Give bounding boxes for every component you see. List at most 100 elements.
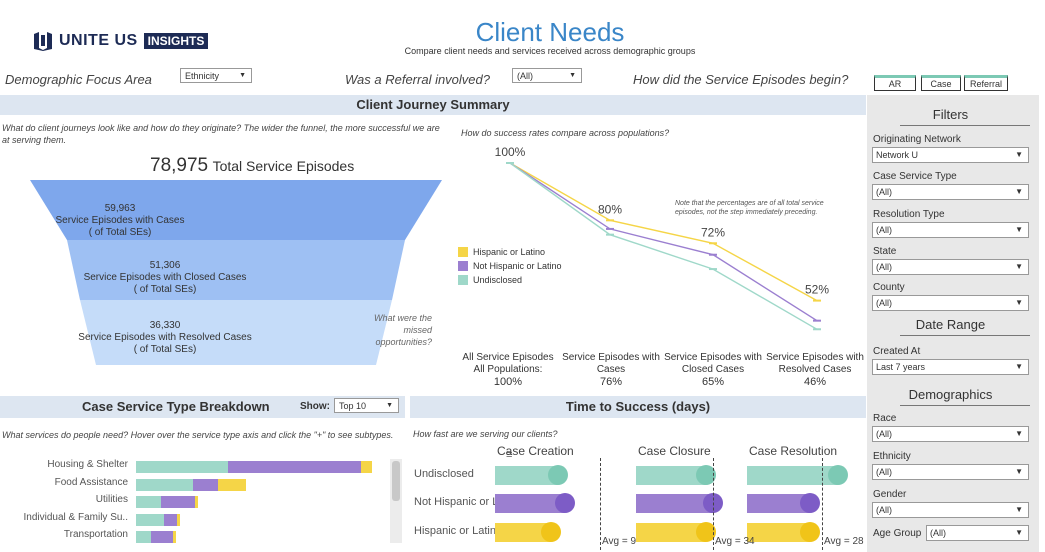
divider [900, 335, 1030, 336]
chevron-down-icon: ▼ [239, 72, 246, 79]
case-service-type-label: Case Service Type [873, 171, 957, 182]
journey-intro: What do client journeys look like and ho… [2, 123, 440, 145]
begin-button-referral[interactable]: Referral [964, 75, 1008, 91]
series-line [509, 162, 818, 322]
average-line [822, 458, 823, 550]
age-group-label: Age Group [873, 528, 922, 539]
average-line [600, 458, 601, 550]
time-to-success-band: Time to Success (days) [410, 396, 866, 418]
total-value: 78,975 [150, 155, 209, 176]
service-type-label[interactable]: Utilities [0, 494, 128, 505]
service-type-bar-segment[interactable] [218, 478, 246, 491]
service-type-label[interactable]: Transportation [0, 529, 128, 540]
breakdown-question: What services do people need? Hover over… [2, 430, 394, 440]
chevron-down-icon: ▼ [1015, 225, 1023, 234]
data-label: 100% [495, 145, 526, 159]
chevron-down-icon: ▼ [386, 402, 393, 409]
time-column-header: Case Closure [638, 444, 711, 458]
service-type-bar-segment[interactable] [136, 461, 228, 473]
data-label: 72% [701, 225, 725, 239]
average-label: Avg = 9 [602, 536, 637, 547]
chevron-down-icon: ▼ [1015, 429, 1023, 438]
service-type-bar-segment[interactable] [161, 496, 195, 508]
focus-area-dropdown[interactable]: Ethnicity ▼ [180, 68, 252, 83]
axis-category: Service Episodes with Resolved Cases 46% [766, 352, 864, 388]
case-service-type-dropdown[interactable]: (All) ▼ [872, 184, 1029, 200]
gender-dropdown[interactable]: (All) ▼ [872, 502, 1029, 518]
overall-row-label: All Populations: [473, 364, 543, 375]
brand-name: UNITE US [59, 32, 138, 49]
chevron-down-icon: ▼ [1015, 187, 1023, 196]
service-type-bar-segment[interactable] [173, 531, 176, 543]
filters-title: Filters [932, 107, 969, 122]
date-range-title: Date Range [915, 317, 986, 332]
axis-category: Service Episodes with Closed Cases 65% [664, 352, 762, 388]
breakdown-chart: Housing & Shelter Food Assistance Utilitie… [0, 457, 405, 547]
originating-network-dropdown[interactable]: Network U ▼ [872, 147, 1029, 163]
page-subtitle: Compare client needs and services receiv… [404, 46, 696, 56]
axis-category: All Service Episodes All Populations: 100% [456, 352, 560, 388]
race-dropdown[interactable]: (All) ▼ [872, 426, 1029, 442]
time-dot [555, 493, 575, 513]
begin-button-ar[interactable]: AR [874, 75, 916, 91]
service-type-label[interactable]: Individual & Family Su.. [0, 512, 129, 523]
ethnicity-dropdown[interactable]: (All) ▼ [872, 464, 1029, 480]
page-title: Client Needs [475, 17, 625, 47]
time-dot [548, 465, 568, 485]
service-type-bar-segment[interactable] [136, 478, 193, 491]
service-type-label[interactable]: Housing & Shelter [0, 459, 128, 470]
scrollbar-thumb[interactable] [392, 461, 400, 501]
county-dropdown[interactable]: (All) ▼ [872, 295, 1029, 311]
ethnicity-label: Ethnicity [873, 451, 911, 462]
divider [900, 125, 1030, 126]
total-service-episodes: 78,975 Total Service Episodes [150, 155, 354, 177]
show-top-dropdown[interactable]: Top 10 ▼ [334, 398, 399, 413]
time-bar[interactable] [636, 494, 713, 513]
chevron-down-icon: ▼ [1015, 467, 1023, 476]
chevron-down-icon: ▼ [1015, 362, 1023, 371]
success-rate-chart: 100% 80% 72% 52% [495, 145, 829, 331]
service-type-bar-segment[interactable] [195, 496, 198, 508]
state-label: State [873, 246, 897, 257]
divider [900, 405, 1030, 406]
demographics-title: Demographics [908, 387, 993, 402]
chevron-down-icon: ▼ [1015, 505, 1023, 514]
begin-button-case[interactable]: Case [921, 75, 961, 91]
service-type-bar-segment[interactable] [228, 461, 361, 473]
service-type-bar-segment[interactable] [193, 478, 218, 491]
time-bar[interactable] [747, 466, 838, 485]
service-type-bar-segment[interactable] [151, 531, 173, 543]
age-group-dropdown[interactable]: (All) ▼ [926, 525, 1029, 541]
state-dropdown[interactable]: (All) ▼ [872, 259, 1029, 275]
series-line [509, 162, 818, 302]
service-type-bar-segment[interactable] [136, 531, 151, 543]
originating-network-label: Originating Network [873, 134, 961, 145]
chevron-down-icon: ▼ [1015, 528, 1023, 537]
created-at-dropdown[interactable]: Last 7 years ▼ [872, 359, 1029, 375]
episodes-begin-label: How did the Service Episodes begin? [633, 72, 849, 87]
resolution-type-dropdown[interactable]: (All) ▼ [872, 222, 1029, 238]
service-type-bar-segment[interactable] [136, 496, 161, 508]
average-label: Avg = 28 [824, 536, 864, 547]
data-label: 52% [805, 283, 829, 297]
average-label: Avg = 34 [715, 536, 755, 547]
axis-category: Service Episodes with Cases 76% [562, 352, 660, 388]
service-type-bar-segment[interactable] [361, 461, 372, 473]
referral-dropdown[interactable]: (All) ▼ [512, 68, 582, 83]
focus-area-label: Demographic Focus Area [5, 72, 152, 87]
time-question: How fast are we serving our clients? [413, 429, 558, 439]
service-type-bar-segment[interactable] [164, 513, 177, 526]
time-row-label: Hispanic or Latino [414, 525, 503, 537]
data-label: 80% [598, 202, 622, 216]
funnel-stage-resolved-text: 36,330 Service Episodes with Resolved Ca… [78, 320, 252, 355]
time-row-label: Undisclosed [414, 468, 474, 480]
service-type-label[interactable]: Food Assistance [0, 477, 128, 488]
time-dot [541, 522, 561, 542]
service-type-bar-segment[interactable] [177, 513, 180, 526]
created-at-label: Created At [873, 346, 921, 357]
breakdown-scrollbar[interactable] [390, 459, 402, 543]
service-type-bar-segment[interactable] [136, 513, 164, 526]
race-label: Race [873, 413, 897, 424]
chevron-down-icon: ▼ [1015, 262, 1023, 271]
series-line [509, 162, 818, 330]
